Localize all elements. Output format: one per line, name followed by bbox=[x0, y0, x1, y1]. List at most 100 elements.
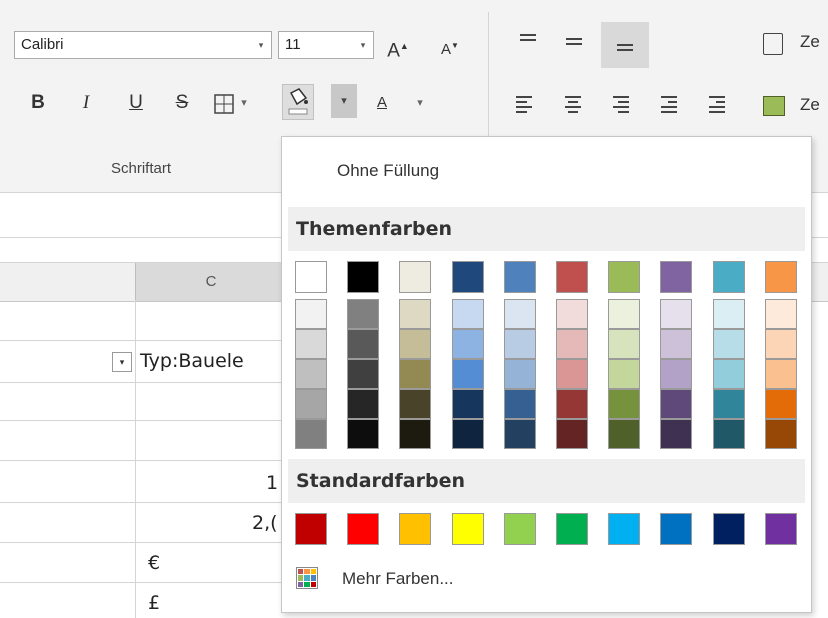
theme-shade-swatch[interactable] bbox=[503, 419, 536, 449]
wrap-text-icon[interactable] bbox=[763, 33, 783, 55]
theme-shade-swatch[interactable] bbox=[660, 419, 693, 449]
chevron-down-icon[interactable]: ▾ bbox=[251, 32, 271, 58]
theme-shade-swatch[interactable] bbox=[660, 299, 693, 329]
theme-shade-swatch[interactable] bbox=[451, 389, 484, 419]
bold-button[interactable]: B bbox=[24, 88, 52, 118]
font-color-chevron-down-icon[interactable]: ▾ bbox=[412, 88, 428, 118]
theme-shade-swatch[interactable] bbox=[347, 419, 380, 449]
theme-shade-swatch[interactable] bbox=[556, 419, 588, 449]
theme-shade-swatch[interactable] bbox=[556, 299, 588, 329]
theme-color-swatch[interactable] bbox=[608, 261, 641, 293]
theme-shade-swatch[interactable] bbox=[764, 359, 797, 389]
fill-color-button[interactable] bbox=[282, 84, 314, 120]
standard-color-swatch[interactable] bbox=[295, 513, 327, 545]
grow-font-button[interactable]: A▲ bbox=[384, 31, 412, 61]
standard-color-swatch[interactable] bbox=[764, 513, 797, 545]
theme-color-swatch[interactable] bbox=[295, 261, 327, 293]
theme-shade-swatch[interactable] bbox=[399, 359, 432, 389]
font-name-combo[interactable]: Calibri ▾ bbox=[14, 31, 272, 59]
theme-shade-swatch[interactable] bbox=[347, 329, 380, 359]
theme-shade-swatch[interactable] bbox=[660, 359, 693, 389]
theme-shade-swatch[interactable] bbox=[295, 329, 327, 359]
strikethrough-button[interactable]: S bbox=[168, 88, 196, 118]
theme-shade-swatch[interactable] bbox=[608, 389, 641, 419]
cell-value-2[interactable]: 2,( bbox=[252, 512, 278, 534]
standard-color-swatch[interactable] bbox=[660, 513, 693, 545]
wrap-text-label[interactable]: Ze bbox=[800, 32, 820, 52]
align-middle-icon[interactable] bbox=[566, 38, 582, 48]
theme-color-swatch[interactable] bbox=[451, 261, 484, 293]
theme-shade-swatch[interactable] bbox=[608, 359, 641, 389]
merge-cells-label[interactable]: Ze bbox=[800, 95, 820, 115]
theme-shade-swatch[interactable] bbox=[712, 389, 745, 419]
standard-color-swatch[interactable] bbox=[399, 513, 432, 545]
theme-color-swatch[interactable] bbox=[556, 261, 588, 293]
theme-shade-swatch[interactable] bbox=[347, 299, 380, 329]
theme-shade-swatch[interactable] bbox=[399, 389, 432, 419]
theme-color-swatch[interactable] bbox=[503, 261, 536, 293]
theme-shade-swatch[interactable] bbox=[295, 359, 327, 389]
italic-button[interactable]: I bbox=[72, 88, 100, 118]
fill-color-chevron-down-icon[interactable]: ▾ bbox=[331, 84, 357, 118]
merge-cells-icon[interactable] bbox=[763, 96, 785, 116]
theme-color-swatch[interactable] bbox=[399, 261, 432, 293]
increase-indent-icon[interactable] bbox=[709, 96, 725, 116]
theme-color-swatch[interactable] bbox=[660, 261, 693, 293]
theme-color-swatch[interactable] bbox=[347, 261, 380, 293]
theme-shade-swatch[interactable] bbox=[451, 359, 484, 389]
align-left-icon[interactable] bbox=[516, 96, 532, 116]
theme-shade-swatch[interactable] bbox=[503, 299, 536, 329]
theme-shade-swatch[interactable] bbox=[503, 359, 536, 389]
theme-shade-swatch[interactable] bbox=[347, 359, 380, 389]
theme-shade-swatch[interactable] bbox=[608, 299, 641, 329]
standard-color-swatch[interactable] bbox=[712, 513, 745, 545]
theme-shade-swatch[interactable] bbox=[764, 329, 797, 359]
shrink-font-button[interactable]: A▼ bbox=[436, 31, 464, 61]
underline-button[interactable]: U bbox=[122, 88, 150, 118]
theme-shade-swatch[interactable] bbox=[608, 329, 641, 359]
theme-shade-swatch[interactable] bbox=[712, 299, 745, 329]
column-header-c[interactable]: C bbox=[135, 263, 286, 301]
theme-shade-swatch[interactable] bbox=[556, 329, 588, 359]
theme-shade-swatch[interactable] bbox=[503, 389, 536, 419]
cell-pound[interactable]: £ bbox=[148, 592, 160, 614]
theme-shade-swatch[interactable] bbox=[712, 359, 745, 389]
theme-shade-swatch[interactable] bbox=[503, 329, 536, 359]
standard-color-swatch[interactable] bbox=[503, 513, 536, 545]
theme-shade-swatch[interactable] bbox=[556, 359, 588, 389]
theme-shade-swatch[interactable] bbox=[451, 299, 484, 329]
standard-color-swatch[interactable] bbox=[347, 513, 380, 545]
theme-shade-swatch[interactable] bbox=[712, 419, 745, 449]
font-size-combo[interactable]: 11 ▾ bbox=[278, 31, 374, 59]
theme-shade-swatch[interactable] bbox=[608, 419, 641, 449]
theme-shade-swatch[interactable] bbox=[712, 329, 745, 359]
theme-shade-swatch[interactable] bbox=[399, 329, 432, 359]
theme-shade-swatch[interactable] bbox=[347, 389, 380, 419]
decrease-indent-icon[interactable] bbox=[661, 96, 677, 116]
borders-chevron-down-icon[interactable]: ▾ bbox=[236, 88, 252, 118]
standard-color-swatch[interactable] bbox=[556, 513, 588, 545]
align-top-icon[interactable] bbox=[520, 34, 536, 44]
theme-shade-swatch[interactable] bbox=[764, 389, 797, 419]
theme-shade-swatch[interactable] bbox=[451, 329, 484, 359]
cell-value-1[interactable]: 1 bbox=[266, 472, 278, 494]
no-fill-option[interactable]: Ohne Füllung bbox=[337, 161, 439, 181]
theme-shade-swatch[interactable] bbox=[764, 419, 797, 449]
cell-euro[interactable]: € bbox=[148, 552, 160, 574]
align-center-icon[interactable] bbox=[565, 96, 581, 116]
align-bottom-button[interactable] bbox=[601, 22, 649, 68]
theme-color-swatch[interactable] bbox=[764, 261, 797, 293]
theme-shade-swatch[interactable] bbox=[556, 389, 588, 419]
align-right-icon[interactable] bbox=[613, 96, 629, 116]
filter-dropdown-button[interactable]: ▾ bbox=[112, 352, 132, 372]
theme-shade-swatch[interactable] bbox=[660, 329, 693, 359]
more-colors-option[interactable]: Mehr Farben... bbox=[342, 569, 454, 589]
standard-color-swatch[interactable] bbox=[608, 513, 641, 545]
borders-button[interactable] bbox=[214, 94, 234, 114]
theme-shade-swatch[interactable] bbox=[295, 299, 327, 329]
theme-shade-swatch[interactable] bbox=[660, 389, 693, 419]
chevron-down-icon[interactable]: ▾ bbox=[353, 32, 373, 58]
cell-typ[interactable]: Typ:Bauele bbox=[140, 350, 244, 372]
theme-shade-swatch[interactable] bbox=[295, 419, 327, 449]
theme-shade-swatch[interactable] bbox=[399, 419, 432, 449]
